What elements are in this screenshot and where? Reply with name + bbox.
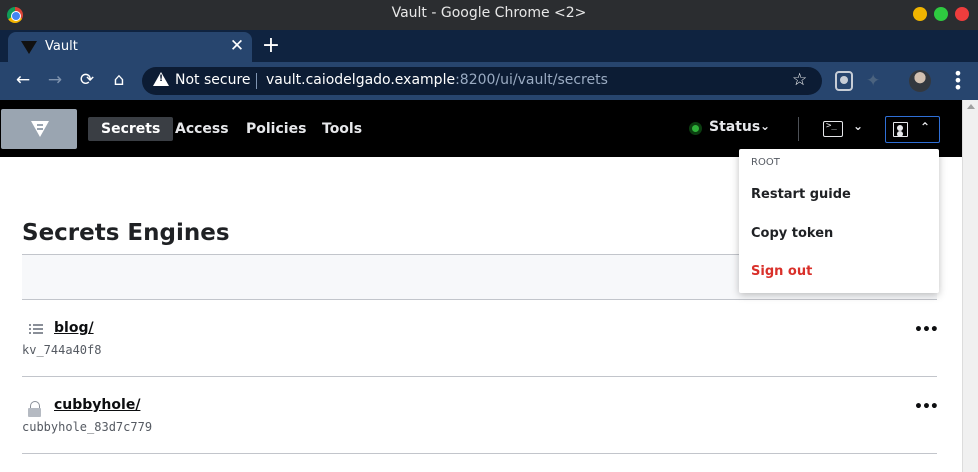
window-title: Vault - Google Chrome <2> <box>391 5 587 21</box>
page-scrollbar[interactable] <box>962 100 978 472</box>
vault-logo-icon <box>31 121 49 137</box>
status-menu-button[interactable]: Status <box>709 119 760 135</box>
console-chevron-down-icon[interactable]: ⌄ <box>853 119 863 133</box>
engine-row[interactable]: cubbyhole/ cubbyhole_83d7c779 ••• <box>22 377 939 454</box>
dropdown-header: ROOT <box>751 157 780 168</box>
vault-home-button[interactable] <box>1 109 77 149</box>
user-icon <box>893 122 908 137</box>
vault-favicon-icon <box>21 41 37 54</box>
scroll-up-icon[interactable] <box>967 104 975 109</box>
warning-icon[interactable] <box>153 72 169 86</box>
back-button[interactable]: ← <box>10 67 36 93</box>
tab-strip: Vault ✕ + <box>0 30 978 62</box>
reload-button[interactable]: ⟳ <box>74 67 100 93</box>
console-icon[interactable] <box>823 121 843 137</box>
profile-avatar[interactable] <box>909 70 931 92</box>
extension-icon[interactable] <box>835 71 853 91</box>
list-icon <box>29 324 43 334</box>
restart-guide-item[interactable]: Restart guide <box>751 187 851 202</box>
url-host: vault.caiodelgado.example <box>266 72 456 88</box>
minimize-button[interactable] <box>913 7 927 21</box>
maximize-button[interactable] <box>934 7 948 21</box>
nav-access[interactable]: Access <box>175 117 229 141</box>
more-actions-icon[interactable]: ••• <box>914 322 939 338</box>
engine-path-link[interactable]: cubbyhole/ <box>54 397 140 413</box>
copy-token-item[interactable]: Copy token <box>751 226 833 241</box>
nav-divider <box>798 117 799 141</box>
nav-policies[interactable]: Policies <box>246 117 306 141</box>
nav-tools[interactable]: Tools <box>322 117 362 141</box>
extension-puzzle-icon[interactable]: ✦ <box>866 71 884 91</box>
url-text[interactable]: vault.caiodelgado.example:8200/ui/vault/… <box>266 72 608 88</box>
user-chevron-up-icon: ⌃ <box>920 120 931 134</box>
bookmark-star-icon[interactable]: ☆ <box>792 70 807 90</box>
page-title: Secrets Engines <box>22 220 230 246</box>
user-menu-button[interactable]: ⌃ <box>885 116 940 143</box>
nav-secrets[interactable]: Secrets <box>88 117 174 141</box>
user-dropdown-menu: ROOT Restart guide Copy token Sign out <box>739 149 939 293</box>
engine-accessor: cubbyhole_83d7c779 <box>22 420 153 434</box>
tab-title: Vault <box>45 39 78 54</box>
engine-row[interactable]: blog/ kv_744a40f8 ••• <box>22 300 939 377</box>
status-ok-icon <box>689 122 702 135</box>
security-label[interactable]: Not secure <box>175 72 251 88</box>
status-chevron-down-icon[interactable]: ⌄ <box>760 119 770 133</box>
sign-out-item[interactable]: Sign out <box>751 264 812 279</box>
url-path: :8200/ui/vault/secrets <box>455 72 608 88</box>
window-titlebar: Vault - Google Chrome <2> <box>0 0 978 30</box>
engine-accessor: kv_744a40f8 <box>22 343 102 357</box>
browser-toolbar: ← → ⟳ ⌂ Not secure vault.caiodelgado.exa… <box>0 62 978 100</box>
browser-menu-icon[interactable]: • • • <box>953 66 963 96</box>
lock-icon <box>28 401 41 417</box>
more-actions-icon[interactable]: ••• <box>914 399 939 415</box>
home-button[interactable]: ⌂ <box>106 67 132 93</box>
address-bar[interactable]: Not secure vault.caiodelgado.example:820… <box>142 67 822 95</box>
address-separator <box>256 73 257 89</box>
engine-path-link[interactable]: blog/ <box>54 320 94 336</box>
close-window-button[interactable] <box>955 7 969 21</box>
forward-button[interactable]: → <box>42 67 68 93</box>
tab-vault[interactable]: Vault ✕ <box>8 32 252 62</box>
new-tab-button[interactable]: + <box>261 33 281 58</box>
tab-close-icon[interactable]: ✕ <box>228 37 246 55</box>
